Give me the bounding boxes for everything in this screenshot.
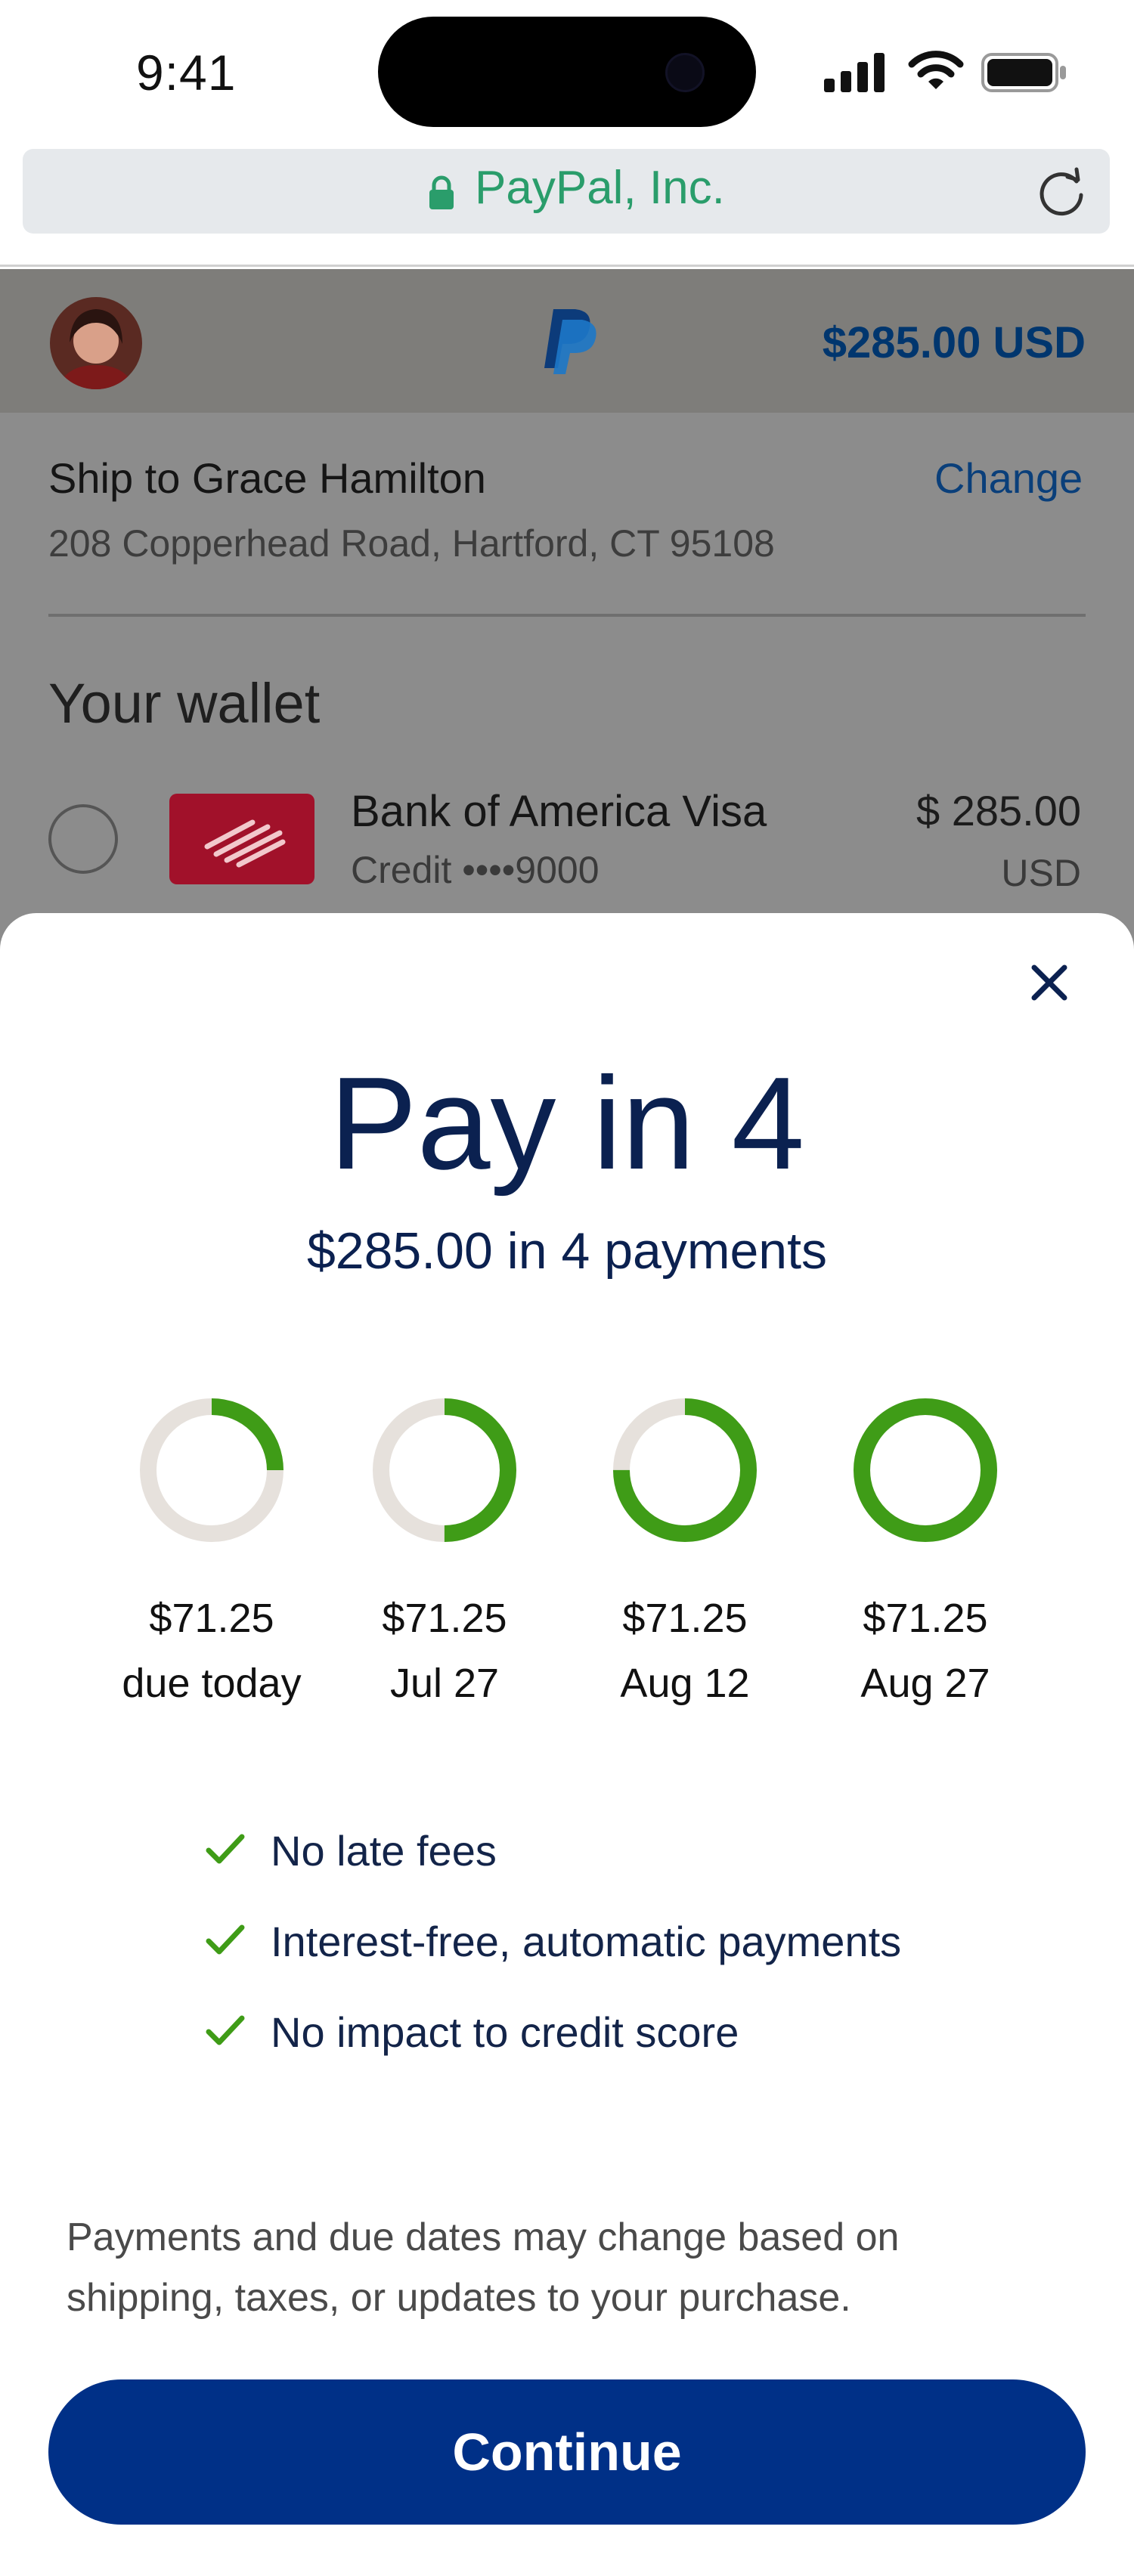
check-icon [206,1834,245,1864]
sheet-subtitle: $285.00 in 4 payments [306,1222,828,1280]
payment-progress-ring [613,1398,757,1542]
browser-url-bar: PayPal, Inc. [0,140,1134,267]
benefit-text: No impact to credit score [271,2008,739,2056]
status-time: 9:41 [136,45,237,101]
payment-progress-ring [373,1398,516,1542]
payment-progress-ring [140,1398,284,1542]
benefit-text: Interest-free, automatic payments [271,1918,902,1965]
signal-icon [824,53,885,92]
continue-button[interactable]: Continue [48,2379,1086,2525]
card-name: Bank of America Visa [351,787,767,836]
url-text: PayPal, Inc. [475,162,725,214]
payment-amount: $71.25 [149,1596,274,1641]
card-amount: $ 285.00 [916,787,1081,834]
lock-icon [429,175,454,209]
reload-icon[interactable] [1037,165,1089,216]
camera-icon [665,53,705,92]
card-currency: USD [1001,852,1081,894]
change-address-link[interactable]: Change [934,454,1083,503]
check-icon [206,2015,245,2045]
battery-icon [981,53,1066,92]
disclaimer-text: Payments and due dates may change based … [67,2215,900,2320]
payment-amount: $71.25 [622,1596,748,1641]
wifi-icon [908,51,964,89]
avatar[interactable] [50,297,142,389]
payment-date: due today [122,1661,302,1706]
close-icon[interactable] [1021,954,1078,1011]
payment-amount: $71.25 [382,1596,507,1641]
ship-address: 208 Copperhead Road, Hartford, CT 95108 [48,522,775,565]
payment-amount: $71.25 [863,1596,988,1641]
wallet-title: Your wallet [48,672,321,735]
paypal-logo [544,309,596,374]
payment-date: Jul 27 [389,1661,500,1706]
card-number: Credit ••••9000 [351,849,600,891]
order-total: $285.00 USD [822,318,1086,367]
payment-progress-arc [854,1398,997,1542]
sheet-title: Pay in 4 [329,1049,805,1197]
ship-to-label: Ship to Grace Hamilton [48,454,486,502]
check-icon [206,1924,245,1955]
payment-date: Aug 12 [620,1661,750,1706]
bank-of-america-logo [169,794,314,884]
divider [48,614,1086,617]
benefit-text: No late fees [271,1827,497,1875]
payment-date: Aug 27 [860,1661,990,1706]
card-radio[interactable] [48,804,118,874]
payment-progress-ring [854,1398,997,1542]
